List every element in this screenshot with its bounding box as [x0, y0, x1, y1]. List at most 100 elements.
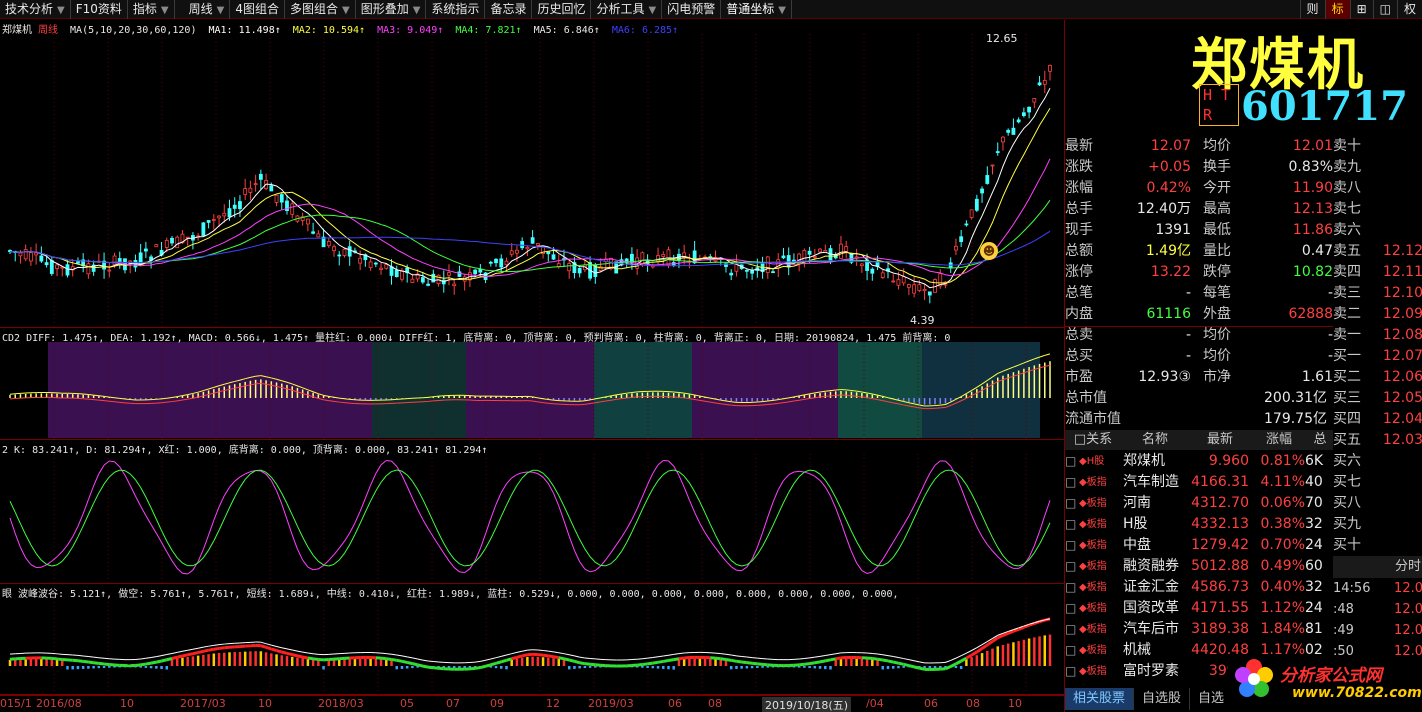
checkbox[interactable]: □ — [1065, 577, 1079, 598]
k-line — [741, 566, 748, 572]
tick-time: 14:56 — [1333, 581, 1371, 596]
price-pane[interactable]: 郑煤机 周线 MA(5,10,20,30,60,120) MA1: 11.498↑… — [0, 20, 1064, 328]
related-row[interactable]: □ ◆板指 河南 4312.70 0.06% 70 — [1065, 493, 1333, 514]
candle-body — [211, 219, 216, 221]
divergence-band — [692, 342, 726, 438]
toolbar-indicator[interactable]: 指标 ▼ — [128, 0, 175, 19]
checkbox[interactable]: □ — [1065, 556, 1079, 577]
col-latest[interactable]: 最新 — [1189, 430, 1251, 450]
k-line — [176, 568, 183, 574]
order-book-row[interactable]: 卖六 — [1333, 220, 1422, 241]
kdj-pane[interactable]: 2 K: 83.241↑, D: 81.294↑, X红: 1.000, 底背离… — [0, 440, 1064, 584]
toolbar-f10[interactable]: F10资料 — [71, 0, 128, 19]
checkbox[interactable]: □ — [1065, 619, 1079, 640]
tab-watchlist-2[interactable]: 自选 — [1190, 688, 1234, 710]
order-book-row[interactable]: 卖四 12.11 — [1333, 262, 1422, 283]
wave-line — [944, 665, 952, 671]
order-book-row[interactable]: 买三 12.05 — [1333, 388, 1422, 409]
wave-chart[interactable] — [0, 584, 1064, 695]
candlestick-chart[interactable] — [0, 20, 1064, 328]
related-row[interactable]: □ ◆H股 郑煤机 9.960 0.81% 6K — [1065, 451, 1333, 472]
toolbar-multi-chart[interactable]: 多图组合 ▼ — [285, 0, 356, 19]
order-book-row[interactable]: 卖七 — [1333, 199, 1422, 220]
toolbar-right-0[interactable]: 则 — [1299, 0, 1325, 19]
checkbox[interactable]: □ — [1065, 598, 1079, 619]
order-book-row[interactable]: 买一 12.07 — [1333, 346, 1422, 367]
toolbar-system-indicator[interactable]: 系统指示 — [426, 0, 486, 19]
order-book-row[interactable]: 卖八 — [1333, 178, 1422, 199]
order-book-row[interactable]: 买五 12.03 — [1333, 430, 1422, 451]
order-book-row[interactable]: 卖九 — [1333, 157, 1422, 178]
order-book-row[interactable]: 卖十 — [1333, 136, 1422, 157]
d-line — [924, 486, 931, 497]
toolbar-weekly[interactable]: 周线 ▼ — [175, 0, 231, 19]
macd-pane[interactable]: CD2 DIFF: 1.475↑, DEA: 1.192↑, MACD: 0.5… — [0, 328, 1064, 440]
grid-icon[interactable]: ⊞ — [1349, 0, 1373, 19]
chart-area[interactable]: 郑煤机 周线 MA(5,10,20,30,60,120) MA1: 11.498↑… — [0, 20, 1064, 695]
diff-line — [579, 400, 585, 402]
k-line — [861, 570, 868, 574]
toolbar-tech-analysis[interactable]: 技术分析 ▼ — [0, 0, 71, 19]
checkbox[interactable]: □ — [1065, 451, 1079, 472]
related-row[interactable]: □ ◆板指 证金汇金 4586.73 0.40% 32 — [1065, 577, 1333, 598]
kdj-chart[interactable] — [0, 440, 1064, 584]
wave-mid-line — [501, 654, 507, 657]
order-book-row[interactable]: 买十 — [1333, 535, 1422, 556]
wave-line — [511, 655, 518, 661]
diff-line — [124, 398, 131, 401]
toolbar-analysis-tools[interactable]: 分析工具 ▼ — [591, 0, 663, 19]
layout-icon[interactable]: ◫ — [1372, 0, 1397, 19]
order-book-row[interactable]: 买四 12.04 — [1333, 409, 1422, 430]
order-book-row[interactable]: 卖一 12.08 — [1333, 325, 1422, 346]
checkbox[interactable]: □ — [1065, 640, 1079, 661]
quote-value: - — [1185, 348, 1191, 364]
order-book-row[interactable]: 卖二 12.09 — [1333, 304, 1422, 325]
candle-body — [457, 271, 462, 277]
tab-related-stocks[interactable]: 相关股票 — [1065, 688, 1135, 710]
macd-chart[interactable] — [0, 328, 1064, 440]
toolbar-history[interactable]: 历史回忆 — [532, 0, 592, 19]
tick-header: 分时 — [1333, 556, 1422, 578]
toolbar-overlay[interactable]: 图形叠加 ▼ — [356, 0, 427, 19]
toolbar-right-1[interactable]: 标 — [1324, 0, 1350, 19]
order-book-row[interactable]: 卖五 12.12 — [1333, 241, 1422, 262]
col-name[interactable]: 名称 — [1121, 430, 1189, 450]
candle-body — [29, 252, 33, 262]
diff-line — [88, 394, 94, 396]
toolbar-4-chart[interactable]: 4图组合 — [230, 0, 285, 19]
toolbar-right-4[interactable]: 权 — [1396, 0, 1422, 19]
checkbox[interactable]: □ — [1065, 514, 1079, 535]
wave-line — [804, 662, 810, 666]
col-change[interactable]: 涨幅 — [1251, 430, 1307, 450]
related-name: 河南 — [1123, 495, 1151, 511]
d-line — [861, 550, 868, 559]
related-row[interactable]: □ ◆板指 国资改革 4171.55 1.12% 24 — [1065, 598, 1333, 619]
checkbox[interactable]: □ — [1065, 472, 1079, 493]
related-row[interactable]: □ ◆板指 中盘 1279.42 0.70% 24 — [1065, 535, 1333, 556]
order-book-row[interactable]: 买七 — [1333, 472, 1422, 493]
toolbar-memo[interactable]: 备忘录 — [485, 0, 533, 19]
toolbar-normal-axis[interactable]: 普通坐标 ▼ — [721, 0, 792, 19]
checkbox[interactable]: □ — [1065, 661, 1079, 682]
dea-line — [104, 400, 110, 402]
wave-pane[interactable]: 眼 波峰波谷: 5.121↑, 做空: 5.761↑, 5.761↑, 短线: … — [0, 584, 1064, 695]
order-book-row[interactable]: 买二 12.06 — [1333, 367, 1422, 388]
checkbox[interactable]: □ — [1065, 535, 1079, 556]
order-book-row[interactable]: 买九 — [1333, 514, 1422, 535]
order-book-row[interactable]: 卖三 12.10 — [1333, 283, 1422, 304]
col-relation[interactable]: □关系 — [1065, 430, 1121, 450]
quote-value: 61116 — [1146, 306, 1191, 322]
candle-body — [227, 208, 232, 218]
related-row[interactable]: □ ◆板指 融资融券 5012.88 0.49% 60 — [1065, 556, 1333, 577]
order-book-row[interactable]: 买八 — [1333, 493, 1422, 514]
tab-watchlist[interactable]: 自选股 — [1134, 688, 1191, 710]
related-row[interactable]: □ ◆板指 汽车制造 4166.31 4.11% 40 — [1065, 472, 1333, 493]
related-row[interactable]: □ ◆板指 H股 4332.13 0.38% 32 — [1065, 514, 1333, 535]
checkbox[interactable]: □ — [1065, 493, 1079, 514]
d-line — [699, 501, 706, 514]
col-total[interactable]: 总 — [1307, 430, 1333, 450]
toolbar-flash-alert[interactable]: 闪电预警 — [662, 0, 722, 19]
order-book-row[interactable]: 买六 — [1333, 451, 1422, 472]
d-line — [87, 503, 95, 515]
related-row[interactable]: □ ◆板指 汽车后市 3189.38 1.84% 81 — [1065, 619, 1333, 640]
